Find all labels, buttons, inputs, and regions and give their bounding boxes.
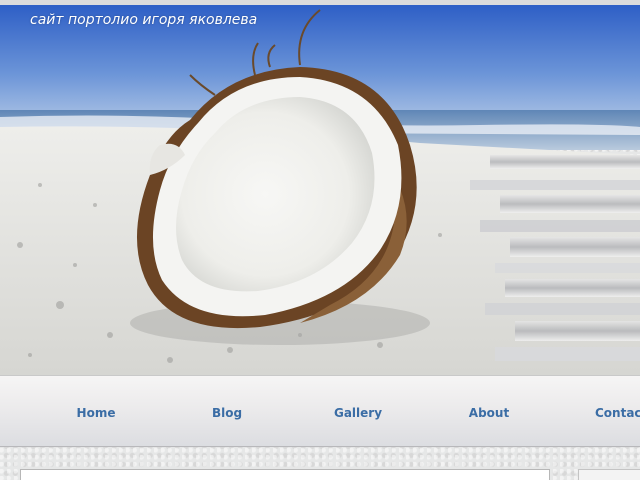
sidebar-panel	[578, 469, 640, 480]
nav-home[interactable]: Home	[41, 406, 151, 420]
site-title: сайт портолио игоря яковлева	[30, 12, 258, 28]
nav-about[interactable]: About	[434, 406, 544, 420]
nav-gallery[interactable]: Gallery	[303, 406, 413, 420]
coconut-on-beach-image	[0, 5, 640, 375]
nav-contact[interactable]: Contact	[540, 406, 640, 420]
header-banner: сайт портолио игоря яковлева	[0, 5, 640, 375]
nav-blog[interactable]: Blog	[172, 406, 282, 420]
main-content-panel	[20, 469, 550, 480]
main-navigation: Home Blog Gallery About Contact	[0, 375, 640, 447]
page: сайт портолио игоря яковлева Home Blog G…	[0, 0, 640, 480]
